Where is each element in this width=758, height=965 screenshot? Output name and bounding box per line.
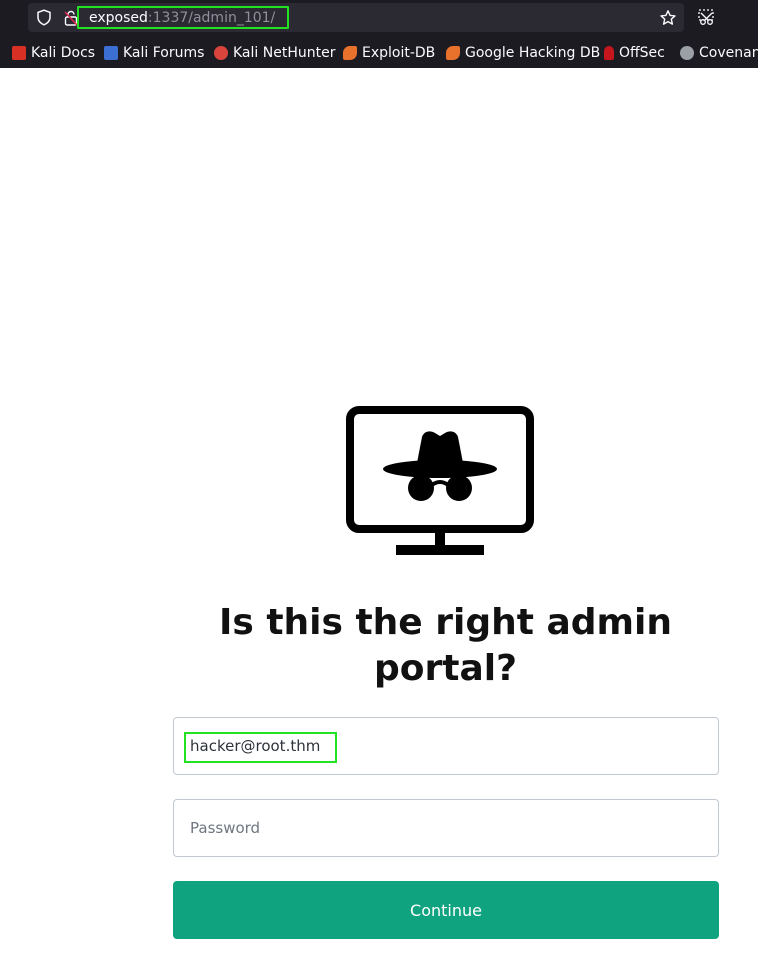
password-input[interactable] xyxy=(174,800,718,856)
kali-forums-icon xyxy=(104,46,118,60)
bookmark-star-icon[interactable] xyxy=(659,9,677,27)
tracking-protection-shield-icon[interactable] xyxy=(36,9,52,26)
bookmark-kali-forums[interactable]: Kali Forums xyxy=(104,43,204,63)
kali-nethunter-icon xyxy=(214,46,228,60)
bookmark-label: Google Hacking DB xyxy=(465,45,601,61)
page-title: Is this the right admin portal? xyxy=(218,602,673,689)
bookmark-kali-docs[interactable]: Kali Docs xyxy=(12,43,95,63)
ghdb-icon xyxy=(446,46,460,60)
continue-button[interactable]: Continue xyxy=(173,881,719,939)
bookmark-offsec[interactable]: OffSec xyxy=(604,43,665,63)
bookmark-covenant[interactable]: Covenant xyxy=(680,43,758,63)
email-field[interactable] xyxy=(173,717,719,775)
email-input[interactable] xyxy=(174,718,718,774)
incognito-monitor-icon xyxy=(346,406,534,555)
bookmark-label: Kali Forums xyxy=(123,45,205,61)
browser-chrome: exposed:1337/admin_101/ Kali Docs Kali F… xyxy=(0,0,758,68)
bookmark-label: Kali NetHunter xyxy=(233,45,336,61)
bookmark-label: OffSec xyxy=(619,45,665,61)
password-field[interactable] xyxy=(173,799,719,857)
url-highlight-box xyxy=(77,6,289,29)
insecure-lock-icon[interactable] xyxy=(64,10,78,26)
bookmark-kali-nethunter[interactable]: Kali NetHunter xyxy=(214,43,335,63)
covenant-icon xyxy=(680,46,694,60)
bookmark-google-hacking-db[interactable]: Google Hacking DB xyxy=(446,43,600,63)
offsec-icon xyxy=(604,46,614,60)
kali-docs-icon xyxy=(12,46,26,60)
bookmark-label: Exploit-DB xyxy=(362,45,436,61)
bookmark-label: Covenant xyxy=(699,45,758,61)
exploit-db-icon xyxy=(343,46,357,60)
address-bar[interactable]: exposed:1337/admin_101/ xyxy=(28,3,684,32)
bookmarks-toolbar: Kali Docs Kali Forums Kali NetHunter Exp… xyxy=(0,40,758,66)
screenshot-extension-icon[interactable] xyxy=(697,8,717,26)
bookmark-exploit-db[interactable]: Exploit-DB xyxy=(343,43,435,63)
bookmark-label: Kali Docs xyxy=(31,45,96,61)
